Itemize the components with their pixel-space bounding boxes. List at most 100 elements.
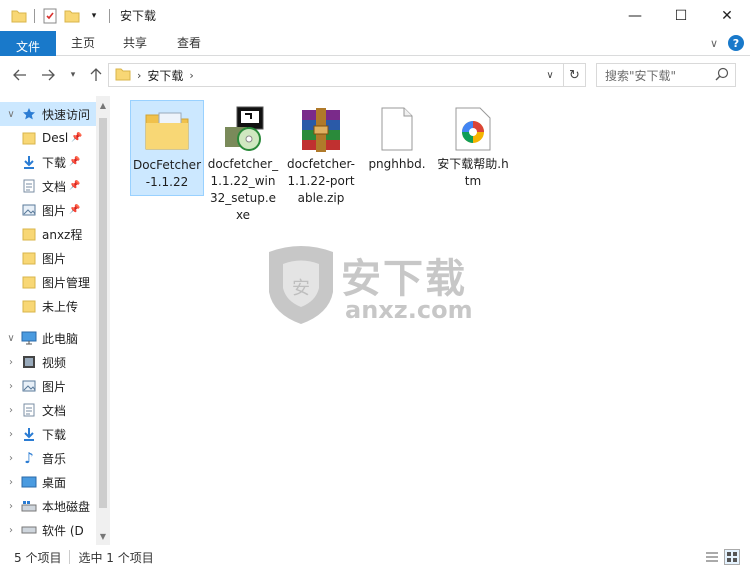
new-folder-icon[interactable] xyxy=(61,5,83,27)
watermark-text-en: anxz.com xyxy=(345,296,473,324)
search-placeholder: 搜索"安下载" xyxy=(605,68,677,83)
nav-item-pc-documents[interactable]: › 文档 xyxy=(0,398,96,422)
nav-label: 软件 (D xyxy=(42,523,84,538)
breadcrumb-chevron-icon[interactable]: › xyxy=(189,69,193,82)
nav-label: 文档 xyxy=(42,179,67,194)
folder-icon[interactable] xyxy=(8,5,30,27)
file-item-help-htm[interactable]: 安下载帮助.htm xyxy=(436,100,510,194)
scroll-thumb[interactable] xyxy=(99,118,107,508)
watermark-logo: 安 安下载 anxz.com xyxy=(265,242,485,327)
search-input[interactable]: 搜索"安下载" xyxy=(596,63,736,87)
pin-icon: 📌 xyxy=(69,205,81,215)
star-icon xyxy=(20,106,38,122)
address-bar[interactable]: › 安下载 › ∨ ↻ xyxy=(108,63,586,87)
recent-locations-icon[interactable]: ▾ xyxy=(63,64,83,86)
help-icon[interactable]: ? xyxy=(728,35,744,51)
file-name: docfetcher_1.1.22_win32_setup.exe xyxy=(207,157,279,222)
item-count: 5 个项目 xyxy=(14,550,62,565)
folder-icon xyxy=(20,130,38,146)
file-item-docfetcher-folder[interactable]: DocFetcher-1.1.22 xyxy=(130,100,204,196)
nav-item-local-disk[interactable]: › 本地磁盘 xyxy=(0,494,96,518)
file-item-pnghhbd[interactable]: pnghhbd. xyxy=(360,100,434,177)
chevron-right-icon[interactable]: › xyxy=(4,405,18,416)
folder-icon xyxy=(142,105,192,155)
nav-label: 视频 xyxy=(42,355,67,370)
customize-dropdown-icon[interactable]: ▾ xyxy=(83,5,105,27)
installer-icon xyxy=(218,104,268,154)
file-name: pnghhbd. xyxy=(368,157,426,171)
address-dropdown-icon[interactable]: ∨ xyxy=(541,66,559,84)
nav-item-software-drive[interactable]: › 软件 (D xyxy=(0,518,96,542)
nav-label: 未上传 xyxy=(42,299,79,314)
tab-home[interactable]: 主页 xyxy=(58,31,108,56)
winrar-archive-icon xyxy=(296,104,346,154)
nav-label: 此电脑 xyxy=(42,331,79,346)
maximize-button[interactable]: ☐ xyxy=(658,0,704,31)
folder-icon xyxy=(115,67,131,84)
nav-item-downloads[interactable]: 下载 📌 xyxy=(0,150,96,174)
nav-item-videos[interactable]: › 视频 xyxy=(0,350,96,374)
windows-drive-icon xyxy=(20,498,38,514)
nav-label: anxz程 xyxy=(42,227,83,242)
search-icon xyxy=(715,67,729,84)
computer-icon xyxy=(20,330,38,346)
nav-item-desktop-pc[interactable]: › 桌面 xyxy=(0,470,96,494)
chevron-right-icon[interactable]: › xyxy=(4,381,18,392)
file-item-portable-zip[interactable]: docfetcher-1.1.22-portable.zip xyxy=(284,100,358,211)
nav-pane-scrollbar[interactable]: ▲ ▼ xyxy=(96,96,110,545)
download-arrow-icon xyxy=(20,154,38,170)
details-view-icon[interactable] xyxy=(704,549,720,565)
music-note-icon: ♪ xyxy=(24,449,34,467)
nav-this-pc[interactable]: ∨ 此电脑 xyxy=(0,326,96,350)
tab-file[interactable]: 文件 xyxy=(0,31,56,56)
tab-view[interactable]: 查看 xyxy=(164,31,214,56)
large-icons-view-icon[interactable] xyxy=(724,549,740,565)
chevron-right-icon[interactable]: › xyxy=(4,525,18,536)
nav-item-documents[interactable]: 文档 📌 xyxy=(0,174,96,198)
picture-icon xyxy=(20,202,38,218)
file-name: docfetcher-1.1.22-portable.zip xyxy=(287,157,355,205)
nav-item-pictures[interactable]: 图片 📌 xyxy=(0,198,96,222)
chevron-right-icon[interactable]: › xyxy=(4,453,18,464)
refresh-icon[interactable]: ↻ xyxy=(563,64,585,86)
chevron-right-icon[interactable]: › xyxy=(4,429,18,440)
file-name: DocFetcher-1.1.22 xyxy=(132,158,202,189)
nav-item-music[interactable]: › ♪ 音乐 xyxy=(0,446,96,470)
nav-item-anxz[interactable]: anxz程 xyxy=(0,222,96,246)
selected-count: 选中 1 个项目 xyxy=(78,550,154,565)
nav-label: 图片 xyxy=(42,251,67,266)
breadcrumb-current[interactable]: 安下载 xyxy=(147,67,183,84)
tab-share[interactable]: 共享 xyxy=(110,31,160,56)
drive-icon xyxy=(20,522,38,538)
chevron-right-icon[interactable]: › xyxy=(4,357,18,368)
close-button[interactable]: ✕ xyxy=(704,0,750,31)
nav-item-picture-manager[interactable]: 图片管理 xyxy=(0,270,96,294)
chevron-down-icon[interactable]: ∨ xyxy=(4,109,18,120)
scroll-down-icon[interactable]: ▼ xyxy=(96,529,110,543)
chevron-right-icon[interactable]: › xyxy=(4,501,18,512)
nav-item-pc-pictures[interactable]: › 图片 xyxy=(0,374,96,398)
minimize-button[interactable]: — xyxy=(612,0,658,31)
divider xyxy=(34,8,35,23)
properties-icon[interactable] xyxy=(39,5,61,27)
nav-item-desktop[interactable]: Desl 📌 xyxy=(0,126,96,150)
video-icon xyxy=(20,354,38,370)
navigation-row: ▾ › 安下载 › ∨ ↻ 搜索"安下载" xyxy=(0,62,750,88)
expand-ribbon-icon[interactable]: ∨ xyxy=(710,37,718,50)
scroll-up-icon[interactable]: ▲ xyxy=(96,98,110,112)
breadcrumb-chevron-icon[interactable]: › xyxy=(137,69,141,82)
chevron-down-icon[interactable]: ∨ xyxy=(4,333,18,344)
blank-file-icon xyxy=(372,104,422,154)
pin-icon: 📌 xyxy=(69,157,81,167)
nav-quick-access[interactable]: ∨ 快速访问 xyxy=(0,102,96,126)
nav-item-pictures-folder[interactable]: 图片 xyxy=(0,246,96,270)
nav-label: Desl xyxy=(42,131,69,145)
forward-arrow-icon[interactable] xyxy=(38,64,58,86)
desktop-icon xyxy=(20,474,38,490)
back-arrow-icon[interactable] xyxy=(10,64,30,86)
nav-item-not-uploaded[interactable]: 未上传 xyxy=(0,294,96,318)
up-arrow-icon[interactable] xyxy=(86,64,106,86)
file-item-setup-exe[interactable]: docfetcher_1.1.22_win32_setup.exe xyxy=(206,100,280,228)
nav-item-pc-downloads[interactable]: › 下载 xyxy=(0,422,96,446)
chevron-right-icon[interactable]: › xyxy=(4,477,18,488)
